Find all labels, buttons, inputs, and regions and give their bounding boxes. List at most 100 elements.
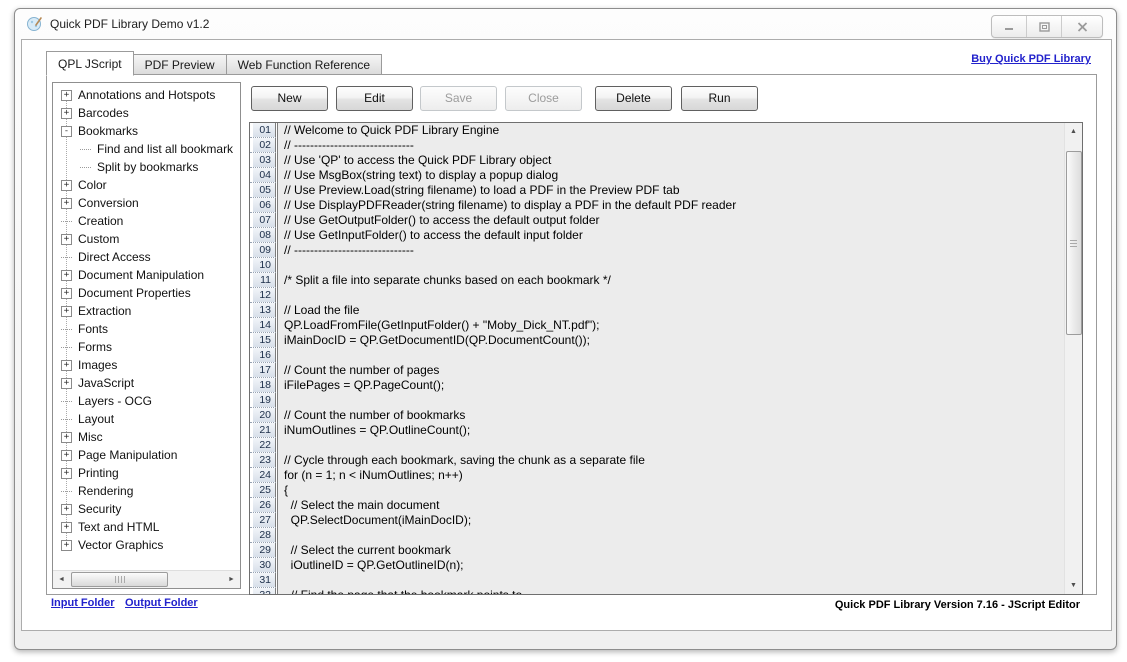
expand-icon[interactable]: + [61, 270, 72, 281]
code-text: // Use 'QP' to access the Quick PDF Libr… [278, 153, 1065, 168]
tree-item-bookmarks[interactable]: -Bookmarks [53, 122, 240, 140]
tree-item-vector-graphics[interactable]: + Vector Graphics [53, 536, 240, 554]
tree-item-direct-access[interactable]: Direct Access [53, 248, 240, 266]
tree-item-javascript[interactable]: +JavaScript [53, 374, 240, 392]
code-line: 09// ------------------------------ [250, 243, 1065, 258]
expand-icon[interactable]: + [61, 288, 72, 299]
script-tree[interactable]: +Annotations and Hotspots+Barcodes-Bookm… [52, 82, 241, 589]
tree-connector [61, 257, 72, 258]
tree-item-printing[interactable]: +Printing [53, 464, 240, 482]
tree-connector [80, 149, 91, 150]
code-line: 08// Use GetInputFolder() to access the … [250, 228, 1065, 243]
buy-quick-pdf-library-link[interactable]: Buy Quick PDF Library [971, 53, 1091, 65]
maximize-button[interactable] [1027, 16, 1062, 37]
line-number: 21 [250, 423, 278, 438]
tree-item-extraction[interactable]: +Extraction [53, 302, 240, 320]
tree-item-layers-ocg[interactable]: Layers - OCG [53, 392, 240, 410]
code-text [278, 573, 1065, 588]
code-line: 04// Use MsgBox(string text) to display … [250, 168, 1065, 183]
code-text: // ------------------------------ [278, 243, 1065, 258]
output-folder-link[interactable]: Output Folder [125, 597, 198, 609]
scroll-up-icon[interactable]: ▲ [1065, 123, 1082, 140]
tree-item-document-manipulation[interactable]: +Document Manipulation [53, 266, 240, 284]
code-line: 22 [250, 438, 1065, 453]
tree-item-label: Vector Graphics [78, 538, 163, 552]
expand-icon[interactable]: + [61, 198, 72, 209]
code-text: for (n = 1; n < iNumOutlines; n++) [278, 468, 1065, 483]
title-bar[interactable]: Quick PDF Library Demo v1.2 [15, 9, 1116, 39]
tree-connector [61, 491, 72, 492]
tree-item-text-and-html[interactable]: + Text and HTML [53, 518, 240, 536]
tree-item-fonts[interactable]: Fonts [53, 320, 240, 338]
line-number: 20 [250, 408, 278, 423]
code-text: iOutlineID = QP.GetOutlineID(n); [278, 558, 1065, 573]
expand-icon[interactable]: + [61, 522, 72, 533]
close-script-button[interactable]: Close [505, 86, 582, 111]
tree-item-creation[interactable]: Creation [53, 212, 240, 230]
tree-item-label: Text and HTML [78, 520, 159, 534]
tree-item-images[interactable]: +Images [53, 356, 240, 374]
tree-item-misc[interactable]: +Misc [53, 428, 240, 446]
minimize-button[interactable] [992, 16, 1027, 37]
tree-item-split-by-bookmarks[interactable]: Split by bookmarks [53, 158, 240, 176]
tree-item-layout[interactable]: Layout [53, 410, 240, 428]
tree-item-document-properties[interactable]: +Document Properties [53, 284, 240, 302]
code-line: 07// Use GetOutputFolder() to access the… [250, 213, 1065, 228]
code-text [278, 288, 1065, 303]
tab-qpl-jscript[interactable]: QPL JScript [46, 51, 134, 76]
scroll-down-icon[interactable]: ▼ [1065, 577, 1082, 594]
new-button[interactable]: New [251, 86, 328, 111]
expand-icon[interactable]: + [61, 234, 72, 245]
tree-item-custom[interactable]: + Custom [53, 230, 240, 248]
scroll-track[interactable] [70, 571, 223, 588]
tree-horizontal-scrollbar[interactable]: ◄ ► [53, 570, 240, 588]
save-button[interactable]: Save [420, 86, 497, 111]
tree-item-barcodes[interactable]: +Barcodes [53, 104, 240, 122]
close-button[interactable] [1062, 16, 1102, 37]
tab-web-function-reference[interactable]: Web Function Reference [227, 54, 383, 75]
tree-item-find-and-list-all-bookmark[interactable]: Find and list all bookmark [53, 140, 240, 158]
expand-icon[interactable]: + [61, 108, 72, 119]
editor-vertical-scrollbar[interactable]: ▲ ▼ [1064, 123, 1082, 594]
code-editor[interactable]: 01// Welcome to Quick PDF Library Engine… [249, 122, 1083, 595]
expand-icon[interactable]: + [61, 450, 72, 461]
tree-item-conversion[interactable]: +Conversion [53, 194, 240, 212]
collapse-icon[interactable]: - [61, 126, 72, 137]
expand-icon[interactable]: + [61, 468, 72, 479]
code-line: 17// Count the number of pages [250, 363, 1065, 378]
code-text: // Load the file [278, 303, 1065, 318]
expand-icon[interactable]: + [61, 378, 72, 389]
delete-button[interactable]: Delete [595, 86, 672, 111]
input-folder-link[interactable]: Input Folder [51, 597, 115, 609]
tree-item-label: Layout [78, 412, 114, 426]
tree-item-label: Custom [78, 232, 119, 246]
tree-item-label: Find and list all bookmark [97, 142, 233, 156]
tab-pdf-preview[interactable]: PDF Preview [134, 54, 227, 75]
scroll-left-icon[interactable]: ◄ [53, 571, 70, 588]
scroll-right-icon[interactable]: ► [223, 571, 240, 588]
tree-item-security[interactable]: +Security [53, 500, 240, 518]
expand-icon[interactable]: + [61, 504, 72, 515]
expand-icon[interactable]: + [61, 90, 72, 101]
tree-item-color[interactable]: +Color [53, 176, 240, 194]
scroll-thumb[interactable] [71, 572, 168, 587]
expand-icon[interactable]: + [61, 180, 72, 191]
code-text [278, 438, 1065, 453]
edit-button[interactable]: Edit [336, 86, 413, 111]
line-number: 19 [250, 393, 278, 408]
code-text: // Use MsgBox(string text) to display a … [278, 168, 1065, 183]
run-button[interactable]: Run [681, 86, 758, 111]
tree-item-page-manipulation[interactable]: +Page Manipulation [53, 446, 240, 464]
expand-icon[interactable]: + [61, 432, 72, 443]
tree-item-label: Layers - OCG [78, 394, 152, 408]
line-number: 32 [250, 588, 278, 594]
code-line: 26 // Select the main document [250, 498, 1065, 513]
expand-icon[interactable]: + [61, 540, 72, 551]
tree-item-annotations-and-hotspots[interactable]: +Annotations and Hotspots [53, 86, 240, 104]
tree-item-rendering[interactable]: Rendering [53, 482, 240, 500]
expand-icon[interactable]: + [61, 360, 72, 371]
scroll-thumb[interactable] [1066, 151, 1082, 335]
expand-icon[interactable]: + [61, 306, 72, 317]
tree-item-forms[interactable]: Forms [53, 338, 240, 356]
code-text: // Count the number of bookmarks [278, 408, 1065, 423]
